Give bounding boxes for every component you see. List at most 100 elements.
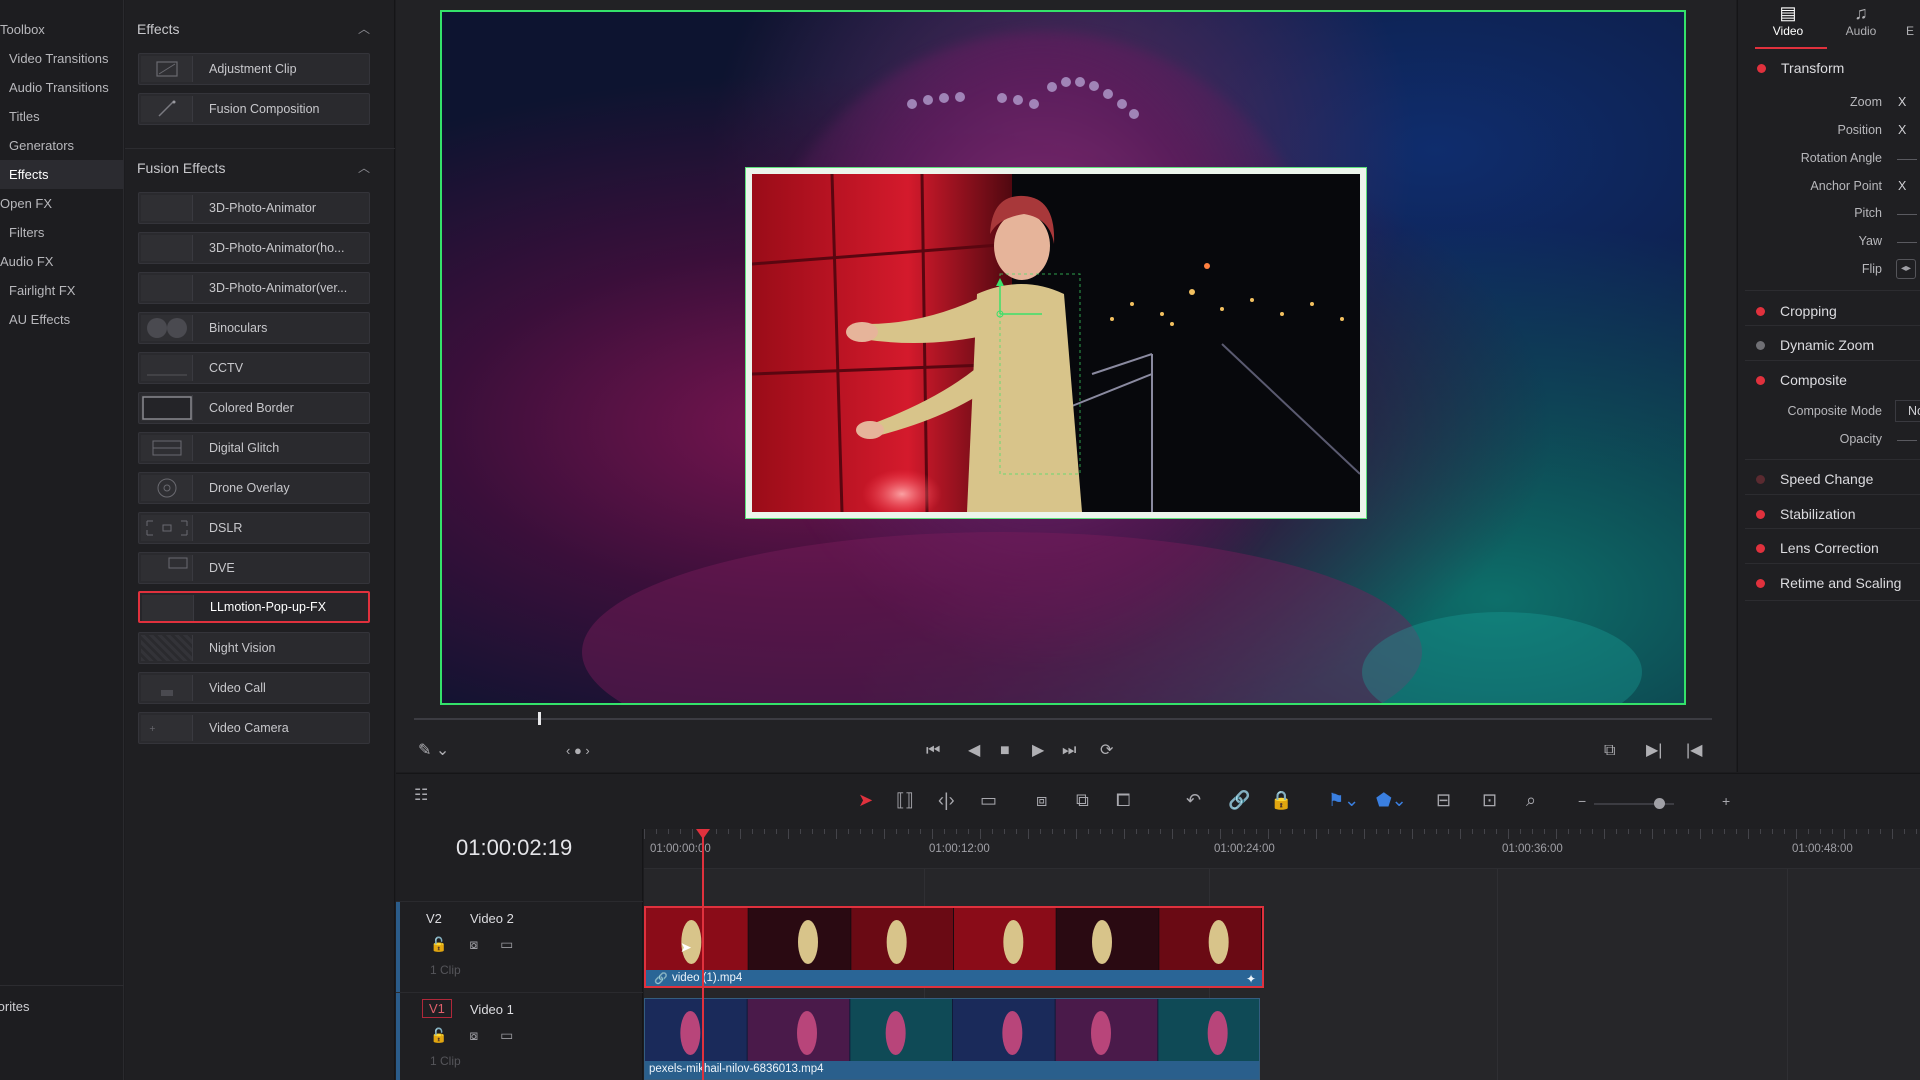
favorites-label[interactable]: Favorites: [0, 999, 29, 1014]
enable-toggle-icon[interactable]: [1756, 475, 1765, 484]
zoom-in-icon[interactable]: +: [1722, 789, 1730, 813]
speed-change-section[interactable]: Speed Change: [1751, 467, 1920, 497]
category-au-effects[interactable]: AU Effects: [9, 312, 70, 327]
tab-effects[interactable]: E: [1890, 2, 1920, 38]
position-lock-icon[interactable]: 🔒: [1270, 788, 1292, 812]
loop-icon[interactable]: ⟳: [1100, 741, 1113, 761]
trim-edit-icon[interactable]: ⟦⟧: [896, 788, 914, 812]
fx-item-night-vision[interactable]: Night Vision: [138, 632, 370, 664]
viewer-options-icon[interactable]: ✎ ⌄: [418, 741, 449, 761]
rotation-angle-slider[interactable]: [1897, 159, 1917, 160]
zoom-x-label[interactable]: X: [1898, 95, 1906, 109]
skip-to-start-icon[interactable]: ⏮: [926, 741, 940, 761]
fusion-effects-section-header[interactable]: Fusion Effects: [137, 160, 225, 176]
timeline-clip-v1[interactable]: pexels-mikhail-nilov-6836013.mp4: [644, 998, 1260, 1080]
composite-mode-dropdown[interactable]: No: [1895, 400, 1920, 422]
lock-track-icon[interactable]: 🔓: [430, 936, 447, 953]
next-edit-icon[interactable]: ▶|: [1646, 741, 1662, 761]
collapse-caret-icon[interactable]: ︿: [358, 20, 370, 37]
auto-select-icon[interactable]: ⧇: [469, 1027, 478, 1044]
clip-navigation-icon[interactable]: ‹ ● ›: [566, 741, 590, 761]
viewer-scrubber[interactable]: [414, 718, 1712, 720]
fx-item-digital-glitch[interactable]: Digital Glitch: [138, 432, 370, 464]
collapse-caret-icon[interactable]: ︿: [358, 159, 370, 176]
lens-correction-section[interactable]: Lens Correction: [1751, 536, 1920, 566]
fx-item-3d-photo-animator[interactable]: 3D-Photo-Animator: [138, 192, 370, 224]
tab-audio[interactable]: ♫ Audio: [1831, 2, 1891, 38]
fx-item-fusion-composition[interactable]: Fusion Composition: [138, 93, 370, 125]
overwrite-clip-icon[interactable]: ⧉: [1076, 788, 1089, 812]
category-video-transitions[interactable]: Video Transitions: [9, 51, 109, 66]
reverse-play-icon[interactable]: ◀: [968, 741, 980, 761]
enable-toggle-icon[interactable]: [1756, 544, 1765, 553]
timeline-area[interactable]: 01:00:00:00 01:00:12:00 01:00:24:00 01:0…: [644, 829, 1920, 1080]
fx-item-dve[interactable]: DVE: [138, 552, 370, 584]
linked-selection-icon[interactable]: 🔗: [1228, 788, 1250, 812]
replace-clip-icon[interactable]: ⧠: [1116, 788, 1130, 812]
stop-icon[interactable]: ■: [1000, 741, 1010, 761]
marker-icon[interactable]: ⬟⌄: [1376, 788, 1407, 812]
scrubber-playhead[interactable]: [538, 712, 541, 725]
custom-zoom-icon[interactable]: ⌕: [1526, 788, 1536, 812]
category-audio-transitions[interactable]: Audio Transitions: [9, 80, 109, 95]
blade-edit-icon[interactable]: ▭: [980, 788, 997, 812]
fx-item-binoculars[interactable]: Binoculars: [138, 312, 370, 344]
timeline-ruler[interactable]: 01:00:00:00 01:00:12:00 01:00:24:00 01:0…: [644, 829, 1920, 869]
full-extent-zoom-icon[interactable]: ⊟: [1436, 788, 1451, 812]
opacity-slider[interactable]: [1897, 440, 1917, 441]
zoom-out-icon[interactable]: −: [1578, 789, 1586, 813]
category-effects[interactable]: Effects: [9, 167, 49, 182]
insert-clip-icon[interactable]: ⧈: [1036, 788, 1047, 812]
play-icon[interactable]: ▶: [1032, 741, 1044, 761]
composite-section[interactable]: Composite: [1751, 368, 1920, 398]
category-audio-fx[interactable]: Audio FX: [0, 254, 53, 269]
anchor-point-x-label[interactable]: X: [1898, 179, 1906, 193]
track-visibility-icon[interactable]: ▭: [500, 1027, 513, 1044]
category-toolbox[interactable]: Toolbox: [0, 22, 45, 37]
category-open-fx[interactable]: Open FX: [0, 196, 52, 211]
timeline-timecode[interactable]: 01:00:02:19: [456, 835, 572, 861]
track-visibility-icon[interactable]: ▭: [500, 936, 513, 953]
dynamic-zoom-section[interactable]: Dynamic Zoom: [1751, 333, 1920, 363]
fx-item-adjustment-clip[interactable]: Adjustment Clip: [138, 53, 370, 85]
detail-zoom-icon[interactable]: ⊡: [1482, 788, 1497, 812]
fx-item-llmotion-pop-up-fx[interactable]: LLmotion-Pop-up-FX: [138, 591, 370, 623]
enable-toggle-icon[interactable]: [1756, 341, 1765, 350]
match-frame-icon[interactable]: ⧉: [1604, 741, 1615, 761]
enable-toggle-icon[interactable]: [1756, 307, 1765, 316]
timeline-view-options-icon[interactable]: ☷: [414, 784, 428, 808]
fx-item-dslr[interactable]: DSLR: [138, 512, 370, 544]
fx-item-colored-border[interactable]: Colored Border: [138, 392, 370, 424]
track-id[interactable]: V2: [426, 911, 442, 926]
auto-select-icon[interactable]: ⧇: [469, 936, 478, 953]
effect-applied-icon[interactable]: ✦: [1246, 972, 1256, 986]
yaw-slider[interactable]: [1897, 242, 1917, 243]
playhead[interactable]: [702, 829, 704, 1080]
enable-toggle-icon[interactable]: [1756, 579, 1765, 588]
dynamic-trim-icon[interactable]: ‹|›: [938, 788, 955, 812]
picture-in-picture-clip[interactable]: [745, 167, 1367, 519]
playhead-handle[interactable]: [696, 829, 710, 839]
category-filters[interactable]: Filters: [9, 225, 44, 240]
flag-icon[interactable]: ⚑⌄: [1328, 788, 1359, 812]
skip-to-end-icon[interactable]: ⏭: [1062, 741, 1076, 761]
enable-toggle-icon[interactable]: [1756, 510, 1765, 519]
category-generators[interactable]: Generators: [9, 138, 74, 153]
category-titles[interactable]: Titles: [9, 109, 40, 124]
tab-video[interactable]: ▤ Video: [1758, 2, 1818, 38]
timeline-clip-v2[interactable]: 🔗 video (1).mp4 ✦: [644, 906, 1264, 988]
enable-toggle-icon[interactable]: [1757, 64, 1766, 73]
fx-item-drone-overlay[interactable]: Drone Overlay: [138, 472, 370, 504]
category-fairlight-fx[interactable]: Fairlight FX: [9, 283, 75, 298]
fx-item-3d-photo-animator-ho[interactable]: 3D-Photo-Animator(ho...: [138, 232, 370, 264]
previous-edit-icon[interactable]: |◀: [1686, 741, 1702, 761]
track-id[interactable]: V1: [422, 999, 452, 1018]
lock-track-icon[interactable]: 🔓: [430, 1027, 447, 1044]
fx-item-video-call[interactable]: Video Call: [138, 672, 370, 704]
snapping-icon[interactable]: ↶: [1186, 788, 1201, 812]
transform-section[interactable]: Transform: [1752, 56, 1920, 86]
flip-horizontal-icon[interactable]: ◂▸: [1896, 259, 1916, 279]
retime-and-scaling-section[interactable]: Retime and Scaling: [1751, 571, 1920, 601]
position-x-label[interactable]: X: [1898, 123, 1906, 137]
track-name[interactable]: Video 1: [470, 1002, 514, 1017]
